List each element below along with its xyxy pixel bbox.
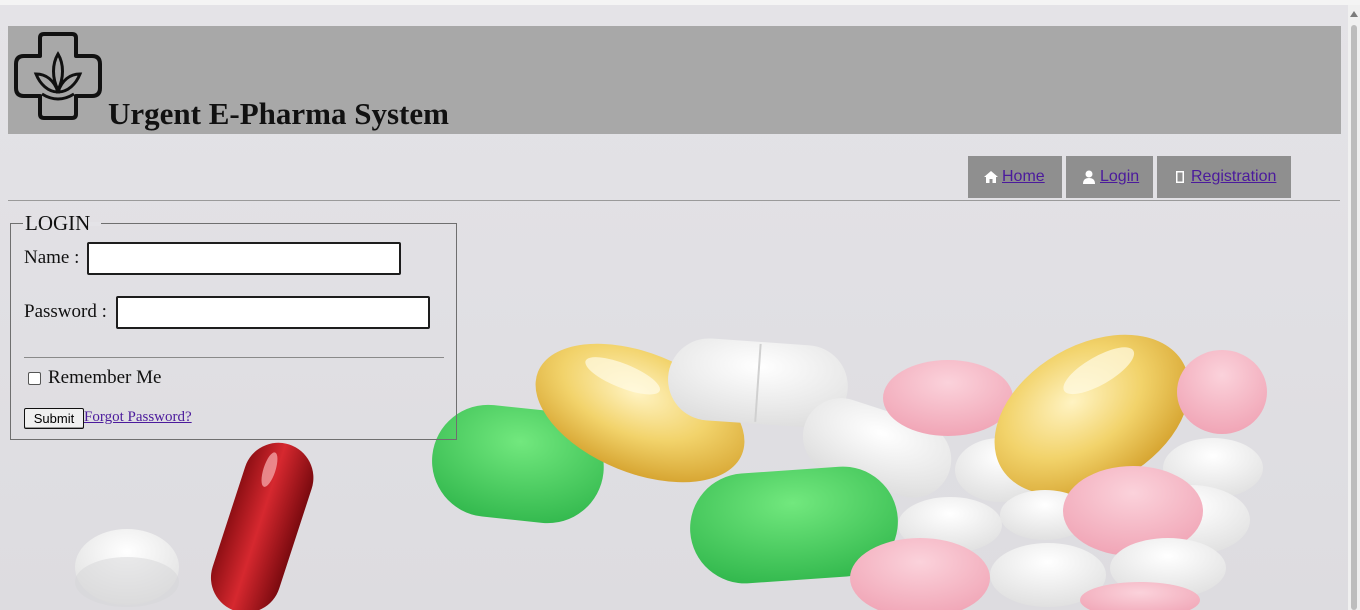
user-icon (1082, 170, 1096, 184)
login-link[interactable]: Login (1082, 168, 1139, 186)
home-icon (984, 170, 998, 184)
site-header: Urgent E-Pharma System (8, 26, 1341, 134)
password-input[interactable] (116, 296, 430, 329)
nav-home-label: Home (1002, 168, 1045, 185)
nav-divider (8, 200, 1340, 201)
nav-item-registration[interactable]: Registration (1157, 156, 1291, 198)
submit-button[interactable]: Submit (24, 408, 84, 429)
login-legend: LOGIN (25, 211, 91, 235)
nav-item-home[interactable]: Home (968, 156, 1062, 198)
nav-item-login[interactable]: Login (1066, 156, 1153, 198)
remember-me-checkbox[interactable] (28, 372, 41, 385)
missing-glyph-icon (1173, 170, 1187, 184)
vertical-scrollbar[interactable] (1348, 5, 1360, 610)
login-form: LOGIN Name : Password : Remember Me Subm… (10, 211, 457, 440)
form-divider (24, 357, 444, 358)
scrollbar-thumb[interactable] (1351, 25, 1357, 610)
nav-login-label: Login (1100, 168, 1140, 185)
forgot-password-link[interactable]: Forgot Password? (84, 409, 192, 426)
registration-link[interactable]: Registration (1173, 168, 1276, 186)
remember-me-label: Remember Me (48, 367, 162, 388)
site-title: Urgent E-Pharma System (108, 96, 449, 131)
name-input[interactable] (87, 242, 401, 275)
main-nav: Home Login Registration (968, 156, 1291, 198)
name-label: Name : (24, 247, 80, 268)
nav-registration-label: Registration (1191, 168, 1277, 185)
scroll-up-arrow-icon[interactable] (1350, 11, 1358, 17)
password-label: Password : (24, 301, 107, 322)
pharmacy-cross-leaf-icon (12, 30, 104, 122)
home-link[interactable]: Home (984, 168, 1045, 186)
